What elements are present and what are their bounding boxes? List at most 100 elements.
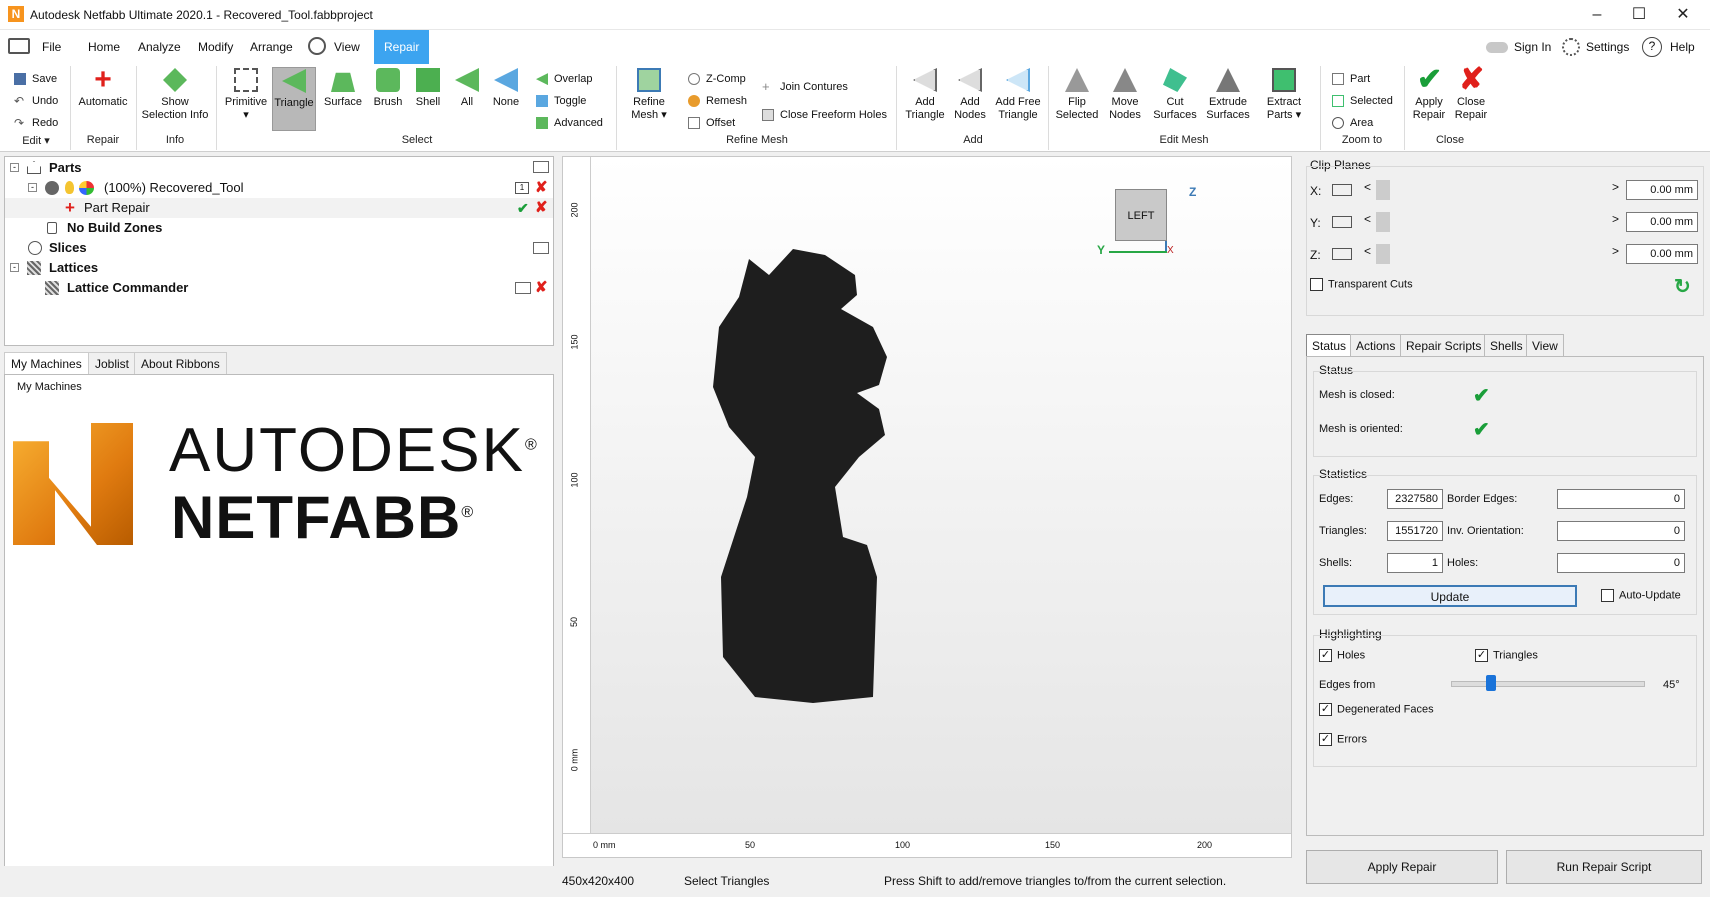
- clip-y-right-arrow[interactable]: >: [1612, 212, 1624, 232]
- edges-angle-slider-thumb[interactable]: [1485, 675, 1496, 691]
- refresh-icon[interactable]: ↻: [1674, 274, 1691, 299]
- transparent-cuts-checkbox[interactable]: Transparent Cuts: [1310, 278, 1413, 291]
- minimize-button[interactable]: –: [1574, 0, 1620, 30]
- triangles-field[interactable]: 1551720: [1387, 521, 1443, 541]
- flip-selected-button[interactable]: Flip Selected: [1052, 68, 1102, 122]
- primitive-select-button[interactable]: Primitive ▾: [222, 68, 270, 122]
- collapse-icon[interactable]: -: [10, 263, 19, 272]
- redo-button[interactable]: ↷ Redo: [14, 114, 58, 132]
- collapse-icon[interactable]: -: [10, 163, 19, 172]
- 3d-viewport[interactable]: 200 150 100 50 0 mm 0 mm 50 100 150 200 …: [562, 156, 1292, 858]
- tree-item-recovered-tool[interactable]: - (100%) Recovered_Tool 1 ✘: [5, 178, 553, 198]
- zoom-part-button[interactable]: Part: [1332, 70, 1370, 88]
- apply-repair-button[interactable]: Apply Repair: [1306, 850, 1498, 884]
- clip-x-slider-thumb[interactable]: [1376, 180, 1390, 200]
- select-all-button[interactable]: All: [450, 68, 484, 109]
- cut-surfaces-button[interactable]: Cut Surfaces: [1150, 68, 1200, 122]
- join-contures-button[interactable]: + Join Contures: [762, 78, 848, 96]
- menu-analyze[interactable]: Analyze: [134, 37, 185, 57]
- automatic-repair-button[interactable]: + Automatic: [74, 65, 132, 109]
- overlap-button[interactable]: Overlap: [536, 70, 593, 88]
- settings-link[interactable]: Settings: [1582, 37, 1633, 57]
- clip-y-slider-thumb[interactable]: [1376, 212, 1390, 232]
- add-nodes-button[interactable]: Add Nodes: [950, 68, 990, 122]
- tab-view[interactable]: View: [1526, 334, 1564, 356]
- clip-z-right-arrow[interactable]: >: [1612, 244, 1624, 264]
- move-nodes-button[interactable]: Move Nodes: [1102, 68, 1148, 122]
- clip-x-value-field[interactable]: 0.00 mm: [1626, 180, 1698, 200]
- surface-select-button[interactable]: Surface: [320, 68, 366, 109]
- tab-repair-scripts[interactable]: Repair Scripts: [1400, 334, 1488, 356]
- menu-modify[interactable]: Modify: [194, 37, 237, 57]
- sign-in-link[interactable]: Sign In: [1510, 37, 1555, 57]
- shell-select-button[interactable]: Shell: [410, 68, 446, 109]
- help-link[interactable]: Help: [1666, 37, 1699, 57]
- clip-x-right-arrow[interactable]: >: [1612, 180, 1624, 200]
- close-repair-button[interactable]: ✘ Close Repair: [1450, 65, 1492, 122]
- run-repair-script-button[interactable]: Run Repair Script: [1506, 850, 1702, 884]
- offset-button[interactable]: Offset: [688, 114, 735, 132]
- degenerated-faces-checkbox[interactable]: ✓ Degenerated Faces: [1319, 703, 1434, 716]
- tab-actions[interactable]: Actions: [1350, 334, 1402, 356]
- clip-x-plane-icon[interactable]: [1332, 184, 1352, 196]
- apply-repair-check-icon[interactable]: ✔: [517, 198, 529, 218]
- clip-z-plane-icon[interactable]: [1332, 248, 1352, 260]
- tab-about-ribbons[interactable]: About Ribbons: [134, 352, 227, 374]
- open-folder-icon[interactable]: [515, 282, 531, 294]
- open-folder-icon[interactable]: [533, 161, 549, 173]
- menu-arrange[interactable]: Arrange: [246, 37, 297, 57]
- tree-item-lattice-commander[interactable]: Lattice Commander ✘: [5, 278, 553, 298]
- clip-y-value-field[interactable]: 0.00 mm: [1626, 212, 1698, 232]
- border-edges-field[interactable]: 0: [1557, 489, 1685, 509]
- remesh-button[interactable]: Remesh: [688, 92, 747, 110]
- show-selection-info-button[interactable]: Show Selection Info: [140, 68, 210, 122]
- clip-z-slider-thumb[interactable]: [1376, 244, 1390, 264]
- remove-lattice-icon[interactable]: ✘: [535, 278, 548, 298]
- cancel-repair-x-icon[interactable]: ✘: [535, 198, 548, 218]
- triangle-select-button[interactable]: Triangle: [272, 67, 316, 131]
- tab-joblist[interactable]: Joblist: [88, 352, 137, 374]
- model-silhouette[interactable]: [563, 157, 1291, 833]
- open-folder-icon[interactable]: [533, 242, 549, 254]
- extract-parts-button[interactable]: Extract Parts ▾: [1256, 68, 1312, 122]
- auto-update-checkbox[interactable]: Auto-Update: [1601, 589, 1681, 602]
- advanced-button[interactable]: Advanced: [536, 114, 603, 132]
- tree-item-part-repair[interactable]: + Part Repair ✔ ✘: [5, 198, 553, 218]
- refine-mesh-button[interactable]: Refine Mesh ▾: [622, 68, 676, 122]
- menu-home[interactable]: Home: [84, 37, 124, 57]
- tree-item-slices[interactable]: Slices: [5, 238, 553, 258]
- tree-item-no-build-zones[interactable]: No Build Zones: [5, 218, 553, 238]
- select-none-button[interactable]: None: [488, 68, 524, 109]
- close-freeform-holes-button[interactable]: Close Freeform Holes: [762, 106, 887, 124]
- tab-shells[interactable]: Shells: [1484, 334, 1529, 356]
- brush-select-button[interactable]: Brush: [368, 68, 408, 109]
- tree-item-lattices[interactable]: - Lattices: [5, 258, 553, 278]
- menu-repair[interactable]: Repair: [374, 30, 430, 64]
- maximize-button[interactable]: ☐: [1616, 0, 1662, 30]
- close-window-button[interactable]: ✕: [1660, 0, 1706, 30]
- save-button[interactable]: Save: [14, 70, 57, 88]
- remove-part-icon[interactable]: ✘: [535, 178, 548, 198]
- view-cube-left[interactable]: LEFT: [1115, 189, 1167, 241]
- inv-orientation-field[interactable]: 0: [1557, 521, 1685, 541]
- model-mesh[interactable]: [713, 249, 887, 703]
- tab-status[interactable]: Status: [1306, 334, 1353, 356]
- shells-field[interactable]: 1: [1387, 553, 1443, 573]
- z-comp-button[interactable]: Z-Comp: [688, 70, 746, 88]
- edges-angle-slider[interactable]: [1451, 681, 1645, 687]
- menu-file[interactable]: File: [38, 37, 65, 57]
- holes-checkbox[interactable]: ✓ Holes: [1319, 649, 1365, 662]
- triangles-checkbox[interactable]: ✓ Triangles: [1475, 649, 1538, 662]
- edges-field[interactable]: 2327580: [1387, 489, 1443, 509]
- toggle-button[interactable]: Toggle: [536, 92, 586, 110]
- collapse-icon[interactable]: -: [28, 183, 37, 192]
- update-button[interactable]: Update: [1323, 585, 1577, 607]
- menu-view[interactable]: View: [330, 37, 364, 57]
- apply-repair-ribbon-button[interactable]: ✔ Apply Repair: [1408, 65, 1450, 122]
- extrude-surfaces-button[interactable]: Extrude Surfaces: [1202, 68, 1254, 122]
- edit-group-dropdown[interactable]: Edit ▾: [10, 134, 62, 147]
- errors-checkbox[interactable]: ✓ Errors: [1319, 733, 1367, 746]
- folder-open-icon[interactable]: [8, 38, 30, 54]
- tab-my-machines[interactable]: My Machines: [4, 352, 89, 374]
- holes-field[interactable]: 0: [1557, 553, 1685, 573]
